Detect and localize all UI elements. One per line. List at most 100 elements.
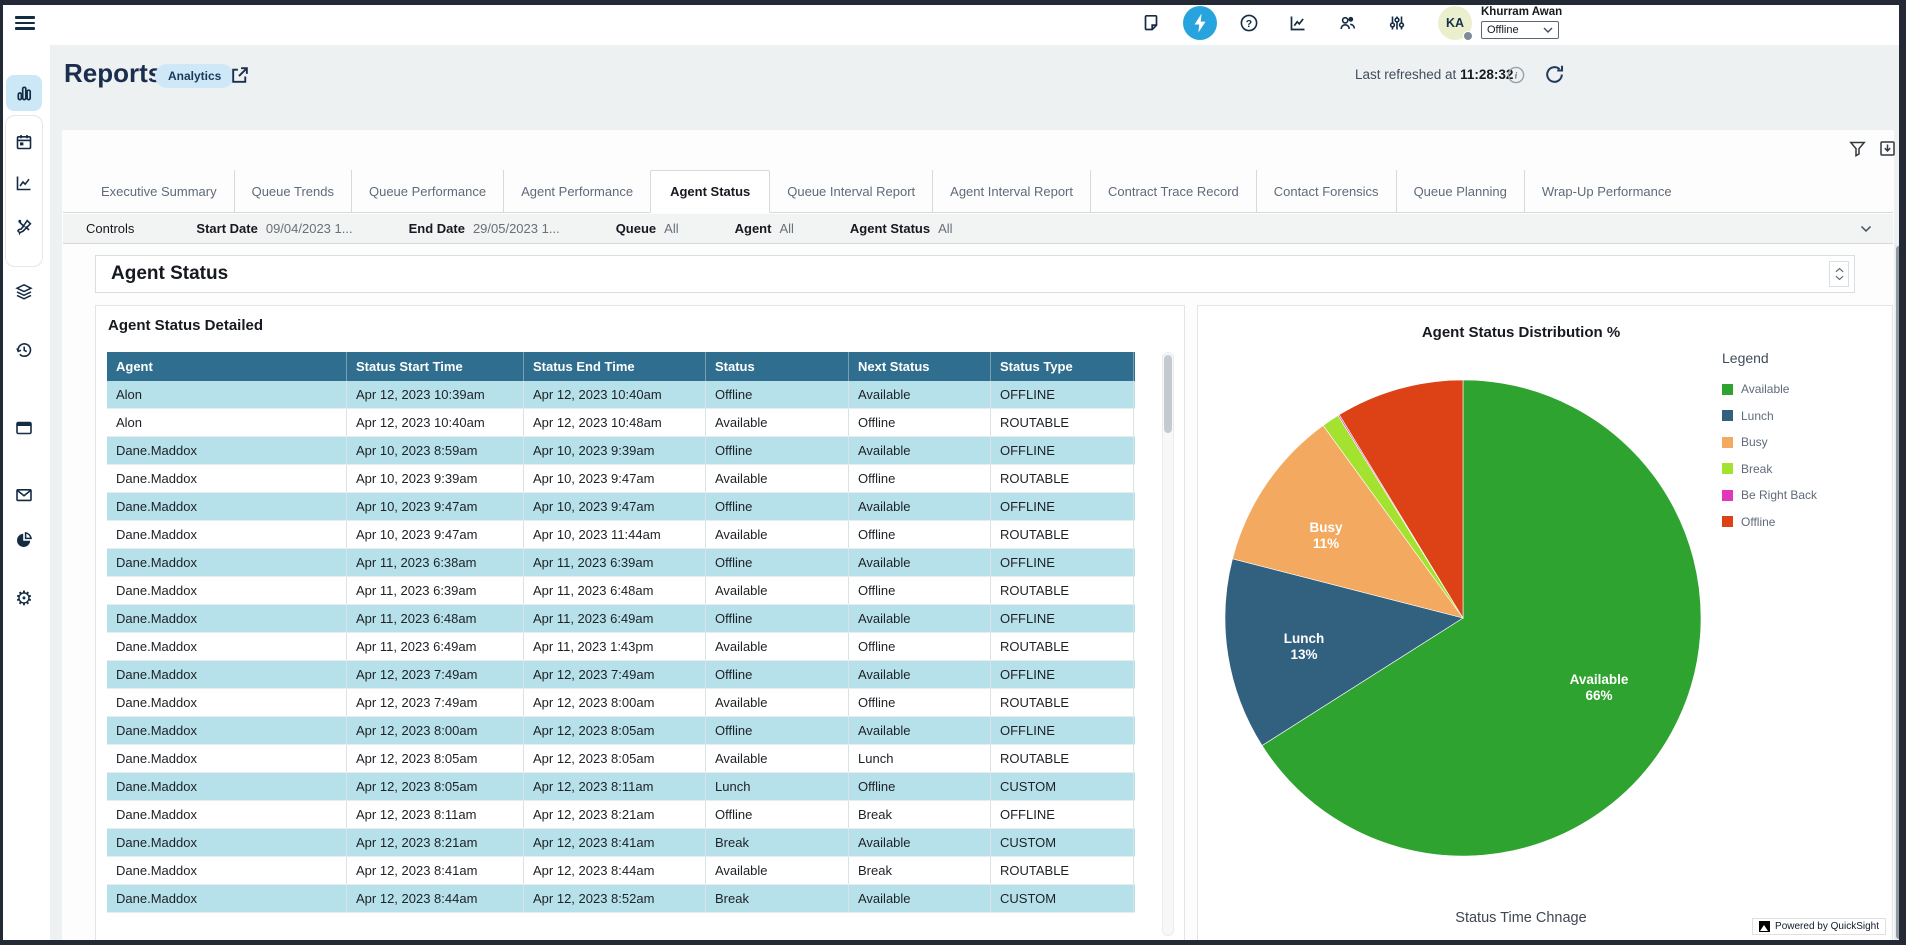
table-row[interactable]: Dane.MaddoxApr 12, 2023 8:11amApr 12, 20… [107, 801, 1135, 829]
bar-chart-icon[interactable] [14, 83, 34, 103]
tab-contact-forensics[interactable]: Contact Forensics [1256, 170, 1396, 212]
table-row[interactable]: Dane.MaddoxApr 12, 2023 7:49amApr 12, 20… [107, 689, 1135, 717]
table-row-partial [107, 913, 1135, 941]
controls-collapse-chevron-icon[interactable] [1858, 221, 1874, 237]
control-agent[interactable]: AgentAll [735, 221, 794, 236]
table-row[interactable]: Dane.MaddoxApr 12, 2023 8:41amApr 12, 20… [107, 857, 1135, 885]
control-end-date[interactable]: End Date29/05/2023 1... [409, 221, 560, 236]
chevron-down-icon [1543, 27, 1553, 34]
table-row[interactable]: AlonApr 12, 2023 10:39amApr 12, 2023 10:… [107, 381, 1135, 409]
tab-agent-interval-report[interactable]: Agent Interval Report [932, 170, 1090, 212]
tab-queue-planning[interactable]: Queue Planning [1396, 170, 1524, 212]
legend: Legend Available Lunch Busy Break Be Right B… [1722, 350, 1817, 541]
tab-contract-trace-record[interactable]: Contract Trace Record [1090, 170, 1256, 212]
filter-icon[interactable] [1848, 139, 1867, 158]
layers-icon[interactable] [14, 282, 34, 302]
column-header-status-end-time[interactable]: Status End Time [524, 352, 706, 381]
table-row[interactable]: Dane.MaddoxApr 12, 2023 8:00amApr 12, 20… [107, 717, 1135, 745]
table-row[interactable]: Dane.MaddoxApr 10, 2023 8:59amApr 10, 20… [107, 437, 1135, 465]
table-row[interactable]: Dane.MaddoxApr 12, 2023 7:49amApr 12, 20… [107, 661, 1135, 689]
legend-item-break[interactable]: Break [1722, 462, 1817, 476]
table-row[interactable]: Dane.MaddoxApr 12, 2023 8:05amApr 12, 20… [107, 773, 1135, 801]
tab-agent-performance[interactable]: Agent Performance [503, 170, 650, 212]
main-scrollbar[interactable] [1895, 244, 1903, 941]
column-header-next-status[interactable]: Next Status [849, 352, 991, 381]
table-row[interactable]: AlonApr 12, 2023 10:40amApr 12, 2023 10:… [107, 409, 1135, 437]
control-queue[interactable]: QueueAll [616, 221, 679, 236]
main-scrollbar-thumb[interactable] [1896, 246, 1902, 939]
legend-item-lunch[interactable]: Lunch [1722, 409, 1817, 423]
table-row[interactable]: Dane.MaddoxApr 10, 2023 9:39amApr 10, 20… [107, 465, 1135, 493]
avatar-initials: KA [1446, 16, 1464, 30]
users-icon[interactable] [1338, 13, 1358, 33]
refresh-icon[interactable] [1543, 63, 1566, 86]
avatar[interactable]: KA [1438, 6, 1472, 40]
agent-status-value: Offline [1487, 24, 1519, 36]
spinner-down-icon [1835, 275, 1844, 281]
pie-data-label-lunch: 13% [1290, 647, 1317, 662]
tab-agent-status[interactable]: Agent Status [650, 170, 770, 213]
gear-icon[interactable]: ⚙ [13, 589, 35, 611]
bolt-icon[interactable] [1183, 6, 1217, 40]
svg-text:i: i [1515, 72, 1518, 82]
design-tools-icon[interactable] [14, 217, 34, 237]
agent-status-table: AgentStatus Start TimeStatus End TimeSta… [107, 352, 1135, 941]
control-start-date[interactable]: Start Date09/04/2023 1... [196, 221, 352, 236]
help-icon[interactable]: ? [1239, 13, 1259, 33]
legend-item-available[interactable]: Available [1722, 382, 1817, 396]
legend-title: Legend [1722, 350, 1817, 366]
user-name: Khurram Awan [1481, 6, 1562, 18]
legend-swatch [1722, 437, 1733, 448]
control-agent-status[interactable]: Agent StatusAll [850, 221, 953, 236]
column-header-status-start-time[interactable]: Status Start Time [347, 352, 524, 381]
table-row[interactable]: Dane.MaddoxApr 11, 2023 6:38amApr 11, 20… [107, 549, 1135, 577]
powered-by-quicksight: Powered by QuickSight [1752, 918, 1886, 935]
agent-status-select[interactable]: Offline [1481, 21, 1559, 39]
table-scrollbar[interactable] [1162, 352, 1174, 936]
table-row[interactable]: Dane.MaddoxApr 10, 2023 9:47amApr 10, 20… [107, 493, 1135, 521]
mail-icon[interactable] [14, 485, 34, 505]
legend-item-offline[interactable]: Offline [1722, 515, 1817, 529]
spinner-up-icon [1835, 267, 1844, 273]
table-scrollbar-thumb[interactable] [1164, 355, 1172, 433]
column-header-agent[interactable]: Agent [107, 352, 347, 381]
analytics-badge[interactable]: Analytics [155, 64, 234, 88]
app-window: ? KA Khurram Awan Offline [0, 0, 1906, 945]
tab-queue-trends[interactable]: Queue Trends [234, 170, 351, 212]
tab-wrap-up-performance[interactable]: Wrap-Up Performance [1524, 170, 1689, 212]
tab-queue-performance[interactable]: Queue Performance [351, 170, 503, 212]
line-chart-icon[interactable] [14, 173, 34, 193]
table-row[interactable]: Dane.MaddoxApr 10, 2023 9:47amApr 10, 20… [107, 521, 1135, 549]
legend-item-be-right-back[interactable]: Be Right Back [1722, 488, 1817, 502]
metrics-icon[interactable] [1288, 13, 1308, 33]
table-row[interactable]: Dane.MaddoxApr 11, 2023 6:48amApr 11, 20… [107, 605, 1135, 633]
section-spinner[interactable] [1829, 261, 1849, 287]
calendar-icon[interactable] [14, 132, 34, 152]
column-header-status[interactable]: Status [706, 352, 849, 381]
column-header-status-type[interactable]: Status Type [991, 352, 1134, 381]
info-icon[interactable]: i [1507, 66, 1525, 84]
table-row[interactable]: Dane.MaddoxApr 12, 2023 8:21amApr 12, 20… [107, 829, 1135, 857]
table-title: Agent Status Detailed [108, 317, 263, 334]
note-icon[interactable] [1141, 13, 1161, 33]
pie-chart-icon[interactable] [14, 530, 34, 550]
window-icon[interactable] [14, 418, 34, 438]
legend-swatch [1722, 490, 1733, 501]
table-row[interactable]: Dane.MaddoxApr 11, 2023 6:49amApr 11, 20… [107, 633, 1135, 661]
tab-executive-summary[interactable]: Executive Summary [84, 170, 234, 212]
tab-queue-interval-report[interactable]: Queue Interval Report [770, 170, 932, 212]
controls-caption[interactable]: Controls [86, 221, 134, 236]
external-link-icon[interactable] [229, 65, 250, 86]
download-icon[interactable] [1878, 139, 1897, 158]
hamburger-menu-icon[interactable] [15, 13, 35, 31]
table-row[interactable]: Dane.MaddoxApr 11, 2023 6:39amApr 11, 20… [107, 577, 1135, 605]
sliders-icon[interactable] [1387, 13, 1407, 33]
tab-bar: Executive SummaryQueue TrendsQueue Perfo… [63, 170, 1893, 213]
table-row[interactable]: Dane.MaddoxApr 12, 2023 8:44amApr 12, 20… [107, 885, 1135, 913]
agent-status-distribution-panel: Agent Status Distribution % Available66%… [1197, 305, 1893, 941]
next-visual-title: Status Time Chnage [1198, 910, 1844, 926]
history-icon[interactable] [14, 340, 34, 360]
legend-item-busy[interactable]: Busy [1722, 435, 1817, 449]
table-row[interactable]: Dane.MaddoxApr 12, 2023 8:05amApr 12, 20… [107, 745, 1135, 773]
pie-data-label-available: 66% [1585, 688, 1612, 703]
